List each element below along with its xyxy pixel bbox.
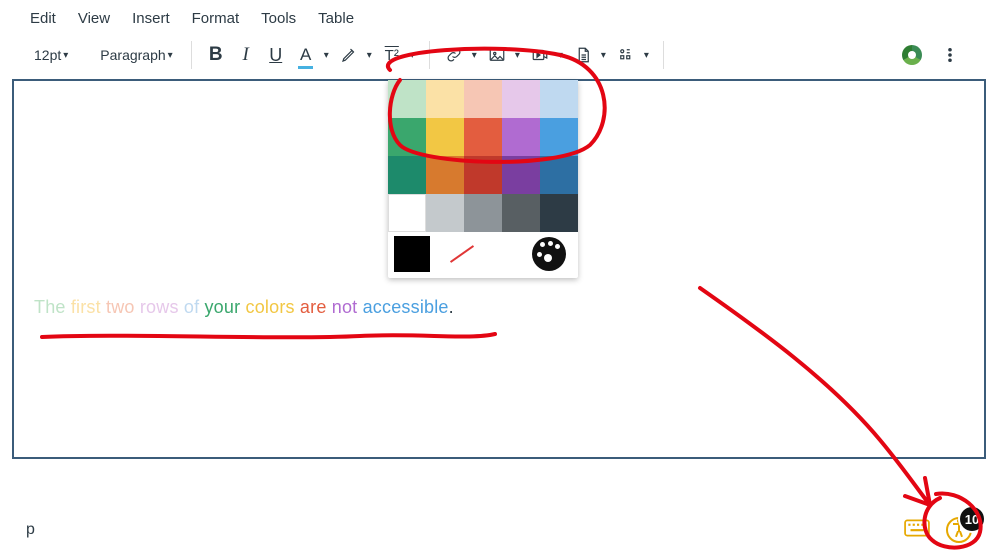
color-swatch-r3-c4[interactable] <box>540 194 578 232</box>
color-swatch-r3-c3[interactable] <box>502 194 540 232</box>
menu-table[interactable]: Table <box>318 10 354 27</box>
menu-view[interactable]: View <box>78 10 110 27</box>
color-swatch-r3-c1[interactable] <box>426 194 464 232</box>
content-word-8: not <box>327 297 358 317</box>
menu-tools[interactable]: Tools <box>261 10 296 27</box>
link-button[interactable] <box>440 41 468 69</box>
more-button[interactable] <box>936 41 964 69</box>
color-swatch-r0-c2[interactable] <box>464 80 502 118</box>
media-button[interactable] <box>526 41 554 69</box>
highlighter-icon <box>340 46 358 64</box>
content-word-7: are <box>295 297 327 317</box>
color-swatch-r1-c3[interactable] <box>502 118 540 156</box>
color-swatch-grid <box>388 80 578 232</box>
color-swatch-r0-c1[interactable] <box>426 80 464 118</box>
color-swatch-r2-c1[interactable] <box>426 156 464 194</box>
block-format-label: Paragraph <box>100 47 165 63</box>
content-word-10: . <box>449 297 454 317</box>
apps-icon <box>617 46 635 64</box>
apps-dropdown[interactable]: ▾ <box>644 50 649 61</box>
studio-icon <box>902 45 922 65</box>
highlight-color-button[interactable] <box>335 41 363 69</box>
color-swatch-r1-c1[interactable] <box>426 118 464 156</box>
image-button[interactable] <box>483 41 511 69</box>
font-size-select[interactable]: 12pt ▾ <box>30 41 76 69</box>
studio-button[interactable] <box>898 41 926 69</box>
superscript-dropdown[interactable]: ▾ <box>410 50 415 61</box>
content-word-4: of <box>179 297 200 317</box>
document-dropdown[interactable]: ▾ <box>601 50 606 61</box>
color-swatch-r2-c0[interactable] <box>388 156 426 194</box>
text-color-button[interactable]: A <box>292 41 320 69</box>
text-color-dropdown[interactable]: ▾ <box>324 50 329 61</box>
document-icon <box>574 46 592 64</box>
chevron-down-icon: ▾ <box>168 50 173 61</box>
keyboard-shortcuts-button[interactable] <box>904 519 930 542</box>
text-color-swatch <box>298 66 313 69</box>
highlight-color-dropdown[interactable]: ▾ <box>367 50 372 61</box>
keyboard-icon <box>904 519 930 537</box>
color-swatch-r2-c3[interactable] <box>502 156 540 194</box>
element-path[interactable]: p <box>26 521 35 539</box>
color-swatch-r0-c3[interactable] <box>502 80 540 118</box>
menu-edit[interactable]: Edit <box>30 10 56 27</box>
editor-content-text: The first two rows of your colors are no… <box>34 297 454 318</box>
content-word-9: accessible <box>357 297 448 317</box>
color-swatch-r3-c2[interactable] <box>464 194 502 232</box>
no-color-icon <box>450 245 474 263</box>
apps-button[interactable] <box>612 41 640 69</box>
link-icon <box>445 46 463 64</box>
color-swatch-r1-c0[interactable] <box>388 118 426 156</box>
color-picker-footer <box>388 232 578 274</box>
document-button[interactable] <box>569 41 597 69</box>
image-dropdown[interactable]: ▾ <box>515 50 520 61</box>
color-swatch-r2-c2[interactable] <box>464 156 502 194</box>
content-word-0: The <box>34 297 66 317</box>
color-swatch-r0-c0[interactable] <box>388 80 426 118</box>
content-word-2: two <box>101 297 135 317</box>
toolbar: 12pt ▾ Paragraph ▾ B I U A ▾ ▾ T² ▾ <box>0 35 998 79</box>
menu-insert[interactable]: Insert <box>132 10 170 27</box>
color-swatch-r0-c4[interactable] <box>540 80 578 118</box>
accessibility-checker-button[interactable]: 10 <box>946 517 972 543</box>
italic-button[interactable]: I <box>232 41 260 69</box>
accessibility-issue-count: 10 <box>960 507 984 531</box>
color-swatch-r1-c4[interactable] <box>540 118 578 156</box>
color-swatch-r1-c2[interactable] <box>464 118 502 156</box>
custom-color-button[interactable] <box>532 237 566 271</box>
color-swatch-r3-c0[interactable] <box>388 194 426 232</box>
content-word-3: rows <box>135 297 179 317</box>
font-size-label: 12pt <box>34 47 61 63</box>
menu-format[interactable]: Format <box>192 10 240 27</box>
superscript-icon: T² <box>385 47 399 64</box>
color-swatch-r2-c4[interactable] <box>540 156 578 194</box>
media-dropdown[interactable]: ▾ <box>558 50 563 61</box>
kebab-icon <box>941 46 959 64</box>
content-word-6: colors <box>240 297 294 317</box>
block-format-select[interactable]: Paragraph ▾ <box>96 41 180 69</box>
bold-button[interactable]: B <box>202 41 230 69</box>
content-word-5: your <box>199 297 240 317</box>
image-icon <box>488 46 506 64</box>
color-swatch-black[interactable] <box>394 236 430 272</box>
status-bar: p 10 <box>0 506 998 554</box>
superscript-button[interactable]: T² <box>378 41 406 69</box>
link-dropdown[interactable]: ▾ <box>472 50 477 61</box>
media-icon <box>531 46 549 64</box>
menu-bar: Edit View Insert Format Tools Table <box>0 0 998 35</box>
underline-button[interactable]: U <box>262 41 290 69</box>
color-picker-popover <box>388 80 578 278</box>
chevron-down-icon: ▾ <box>63 50 68 61</box>
no-color-button[interactable] <box>444 236 480 272</box>
text-color-icon: A <box>300 45 311 64</box>
content-word-1: first <box>66 297 101 317</box>
editor-area[interactable]: The first two rows of your colors are no… <box>12 79 986 459</box>
